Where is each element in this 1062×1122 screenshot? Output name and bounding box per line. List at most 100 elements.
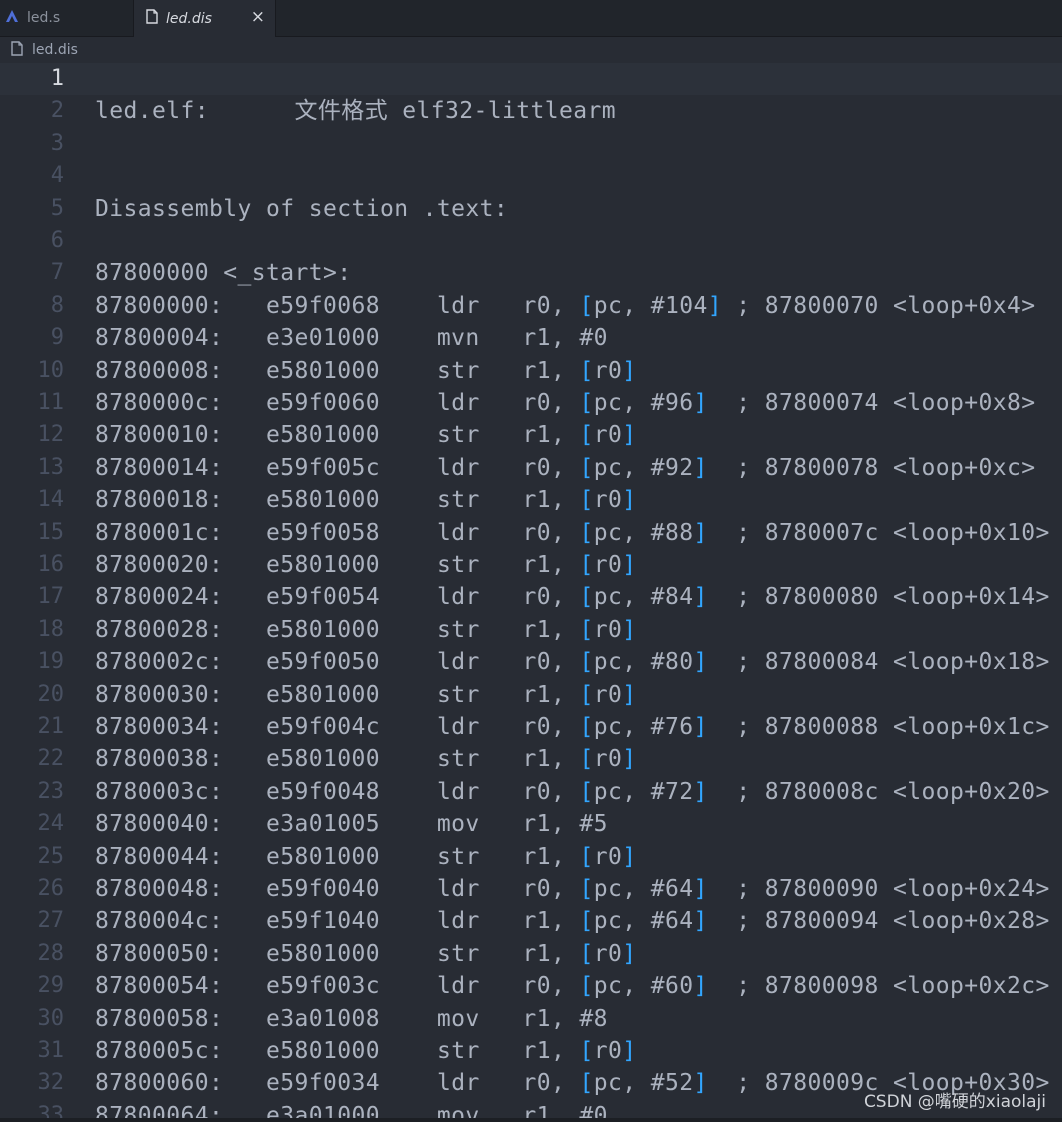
code-text: 87800010: e5801000 str r1, [r0] bbox=[95, 422, 637, 449]
code-line[interactable]: 15 8780001c: e59f0058 ldr r0, [pc, #88] ;… bbox=[0, 517, 1062, 549]
code-text: 87800050: e5801000 str r1, [r0] bbox=[95, 940, 637, 967]
code-text: 87800000: e59f0068 ldr r0, [pc, #104] ; … bbox=[95, 292, 1036, 319]
tab-led-dis[interactable]: led.dis × bbox=[134, 0, 276, 37]
code-text: 87800030: e5801000 str r1, [r0] bbox=[95, 681, 637, 708]
tab-label: led.dis bbox=[166, 10, 212, 27]
code-text: 8780002c: e59f0050 ldr r0, [pc, #80] ; 8… bbox=[95, 649, 1050, 676]
code-text: 87800008: e5801000 str r1, [r0] bbox=[95, 357, 637, 384]
code-line[interactable]: 17 87800024: e59f0054 ldr r0, [pc, #84] ;… bbox=[0, 581, 1062, 613]
line-number: 13 bbox=[37, 454, 65, 480]
line-number: 12 bbox=[37, 422, 65, 448]
code-line[interactable]: 11 8780000c: e59f0060 ldr r0, [pc, #96] ;… bbox=[0, 387, 1062, 419]
code-line[interactable]: 28 87800050: e5801000 str r1, [r0] bbox=[0, 938, 1062, 970]
tab-led-s[interactable]: led.s bbox=[0, 0, 134, 36]
line-number: 8 bbox=[50, 292, 64, 318]
code-text: 8780001c: e59f0058 ldr r0, [pc, #88] ; 8… bbox=[95, 519, 1050, 546]
line-number: 32 bbox=[37, 1070, 65, 1096]
code-editor[interactable]: 1 2 led.elf: 文件格式 elf32-littlearm 3 4 5 Disass… bbox=[0, 63, 1062, 1122]
line-number: 23 bbox=[37, 778, 65, 804]
code-line[interactable]: 20 87800030: e5801000 str r1, [r0] bbox=[0, 679, 1062, 711]
code-text: 87800048: e59f0040 ldr r0, [pc, #64] ; 8… bbox=[95, 876, 1050, 902]
code-line[interactable]: 5 Disassembly of section .text: bbox=[0, 193, 1062, 225]
code-line[interactable]: 26 87800048: e59f0040 ldr r0, [pc, #64] ;… bbox=[0, 873, 1062, 905]
code-line[interactable]: 6 bbox=[0, 225, 1062, 257]
editor-window: led.s led.dis × led.dis 1 2 led.elf: 文件格式 … bbox=[0, 0, 1062, 1122]
status-strip bbox=[0, 1118, 1062, 1122]
line-number: 19 bbox=[37, 649, 65, 675]
code-line[interactable]: 7 87800000 <_start>: bbox=[0, 257, 1062, 289]
code-line[interactable]: 13 87800014: e59f005c ldr r0, [pc, #92] ;… bbox=[0, 452, 1062, 484]
code-line[interactable]: 25 87800044: e5801000 str r1, [r0] bbox=[0, 841, 1062, 873]
code-line[interactable]: 4 bbox=[0, 160, 1062, 192]
line-number: 14 bbox=[37, 487, 65, 513]
code-line[interactable]: 16 87800020: e5801000 str r1, [r0] bbox=[0, 549, 1062, 581]
file-icon bbox=[11, 40, 23, 60]
line-number: 11 bbox=[37, 390, 65, 415]
code-text: 87800014: e59f005c ldr r0, [pc, #92] ; 8… bbox=[95, 454, 1036, 481]
tab-label: led.s bbox=[27, 10, 61, 26]
code-line[interactable]: 1 bbox=[0, 63, 1062, 96]
line-number: 22 bbox=[37, 746, 65, 772]
code-text: led.elf: 文件格式 elf32-littlearm bbox=[95, 98, 617, 125]
code-line[interactable]: 18 87800028: e5801000 str r1, [r0] bbox=[0, 614, 1062, 646]
line-number: 1 bbox=[50, 66, 64, 91]
code-line[interactable]: 23 8780003c: e59f0048 ldr r0, [pc, #72] ;… bbox=[0, 776, 1062, 808]
breadcrumb-label[interactable]: led.dis bbox=[32, 42, 78, 58]
code-text: 87800018: e5801000 str r1, [r0] bbox=[95, 487, 637, 514]
code-line[interactable]: 2 led.elf: 文件格式 elf32-littlearm bbox=[0, 95, 1062, 127]
line-number: 5 bbox=[50, 195, 64, 221]
code-line[interactable]: 29 87800054: e59f003c ldr r0, [pc, #60] ;… bbox=[0, 970, 1062, 1002]
breadcrumb: led.dis bbox=[0, 37, 1062, 63]
code-text: 87800044: e5801000 str r1, [r0] bbox=[95, 843, 637, 870]
code-line[interactable]: 3 bbox=[0, 128, 1062, 160]
close-icon[interactable]: × bbox=[251, 6, 265, 28]
code-text: 87800058: e3a01008 mov r1, #8 bbox=[95, 1005, 608, 1032]
code-line[interactable]: 22 87800038: e5801000 str r1, [r0] bbox=[0, 743, 1062, 775]
line-number: 17 bbox=[37, 584, 65, 610]
code-line[interactable]: 27 8780004c: e59f1040 ldr r1, [pc, #64] ;… bbox=[0, 905, 1062, 937]
line-number: 4 bbox=[50, 163, 64, 189]
code-text: 8780000c: e59f0060 ldr r0, [pc, #96] ; 8… bbox=[95, 390, 1036, 416]
code-text: 8780003c: e59f0048 ldr r0, [pc, #72] ; 8… bbox=[95, 778, 1050, 805]
code-line[interactable]: 31 8780005c: e5801000 str r1, [r0] bbox=[0, 1035, 1062, 1067]
line-number: 24 bbox=[37, 811, 65, 837]
code-line[interactable]: 21 87800034: e59f004c ldr r0, [pc, #76] ;… bbox=[0, 711, 1062, 743]
code-line[interactable]: 24 87800040: e3a01005 mov r1, #5 bbox=[0, 808, 1062, 840]
code-text: 87800040: e3a01005 mov r1, #5 bbox=[95, 811, 608, 838]
code-line[interactable]: 9 87800004: e3e01000 mvn r1, #0 bbox=[0, 322, 1062, 354]
code-text: 87800038: e5801000 str r1, [r0] bbox=[95, 746, 637, 773]
file-icon bbox=[146, 9, 158, 28]
line-number: 15 bbox=[37, 519, 65, 545]
code-line[interactable]: 10 87800008: e5801000 str r1, [r0] bbox=[0, 355, 1062, 387]
line-number: 3 bbox=[50, 130, 64, 156]
code-text: 8780005c: e5801000 str r1, [r0] bbox=[95, 1038, 637, 1064]
line-number: 6 bbox=[50, 228, 64, 253]
code-text: 87800020: e5801000 str r1, [r0] bbox=[95, 552, 637, 578]
code-line[interactable]: 14 87800018: e5801000 str r1, [r0] bbox=[0, 484, 1062, 516]
line-number: 9 bbox=[50, 325, 64, 351]
code-text: 8780004c: e59f1040 ldr r1, [pc, #64] ; 8… bbox=[95, 908, 1050, 935]
tab-bar: led.s led.dis × bbox=[0, 0, 1062, 37]
line-number: 26 bbox=[37, 876, 65, 901]
line-number: 2 bbox=[50, 98, 64, 124]
line-number: 25 bbox=[37, 843, 65, 869]
code-line[interactable]: 19 8780002c: e59f0050 ldr r0, [pc, #80] ;… bbox=[0, 646, 1062, 678]
assembly-file-icon bbox=[5, 9, 19, 27]
line-number: 21 bbox=[37, 714, 65, 739]
code-text: 87800034: e59f004c ldr r0, [pc, #76] ; 8… bbox=[95, 714, 1050, 740]
code-text: Disassembly of section .text: bbox=[95, 195, 509, 222]
code-line[interactable]: 12 87800010: e5801000 str r1, [r0] bbox=[0, 419, 1062, 451]
line-number: 20 bbox=[37, 681, 65, 707]
code-text: 87800054: e59f003c ldr r0, [pc, #60] ; 8… bbox=[95, 973, 1050, 1000]
line-number: 31 bbox=[37, 1038, 65, 1063]
code-text: 87800000 <_start>: bbox=[95, 260, 352, 287]
watermark: CSDN @嘴硬的xiaolaji bbox=[863, 1092, 1046, 1112]
line-number: 28 bbox=[37, 940, 65, 966]
line-number: 27 bbox=[37, 908, 65, 934]
line-number: 10 bbox=[37, 357, 65, 383]
code-text: 87800004: e3e01000 mvn r1, #0 bbox=[95, 325, 608, 352]
line-number: 16 bbox=[37, 552, 65, 577]
code-line[interactable]: 30 87800058: e3a01008 mov r1, #8 bbox=[0, 1003, 1062, 1035]
line-number: 29 bbox=[37, 973, 65, 999]
code-line[interactable]: 8 87800000: e59f0068 ldr r0, [pc, #104] ;… bbox=[0, 290, 1062, 322]
